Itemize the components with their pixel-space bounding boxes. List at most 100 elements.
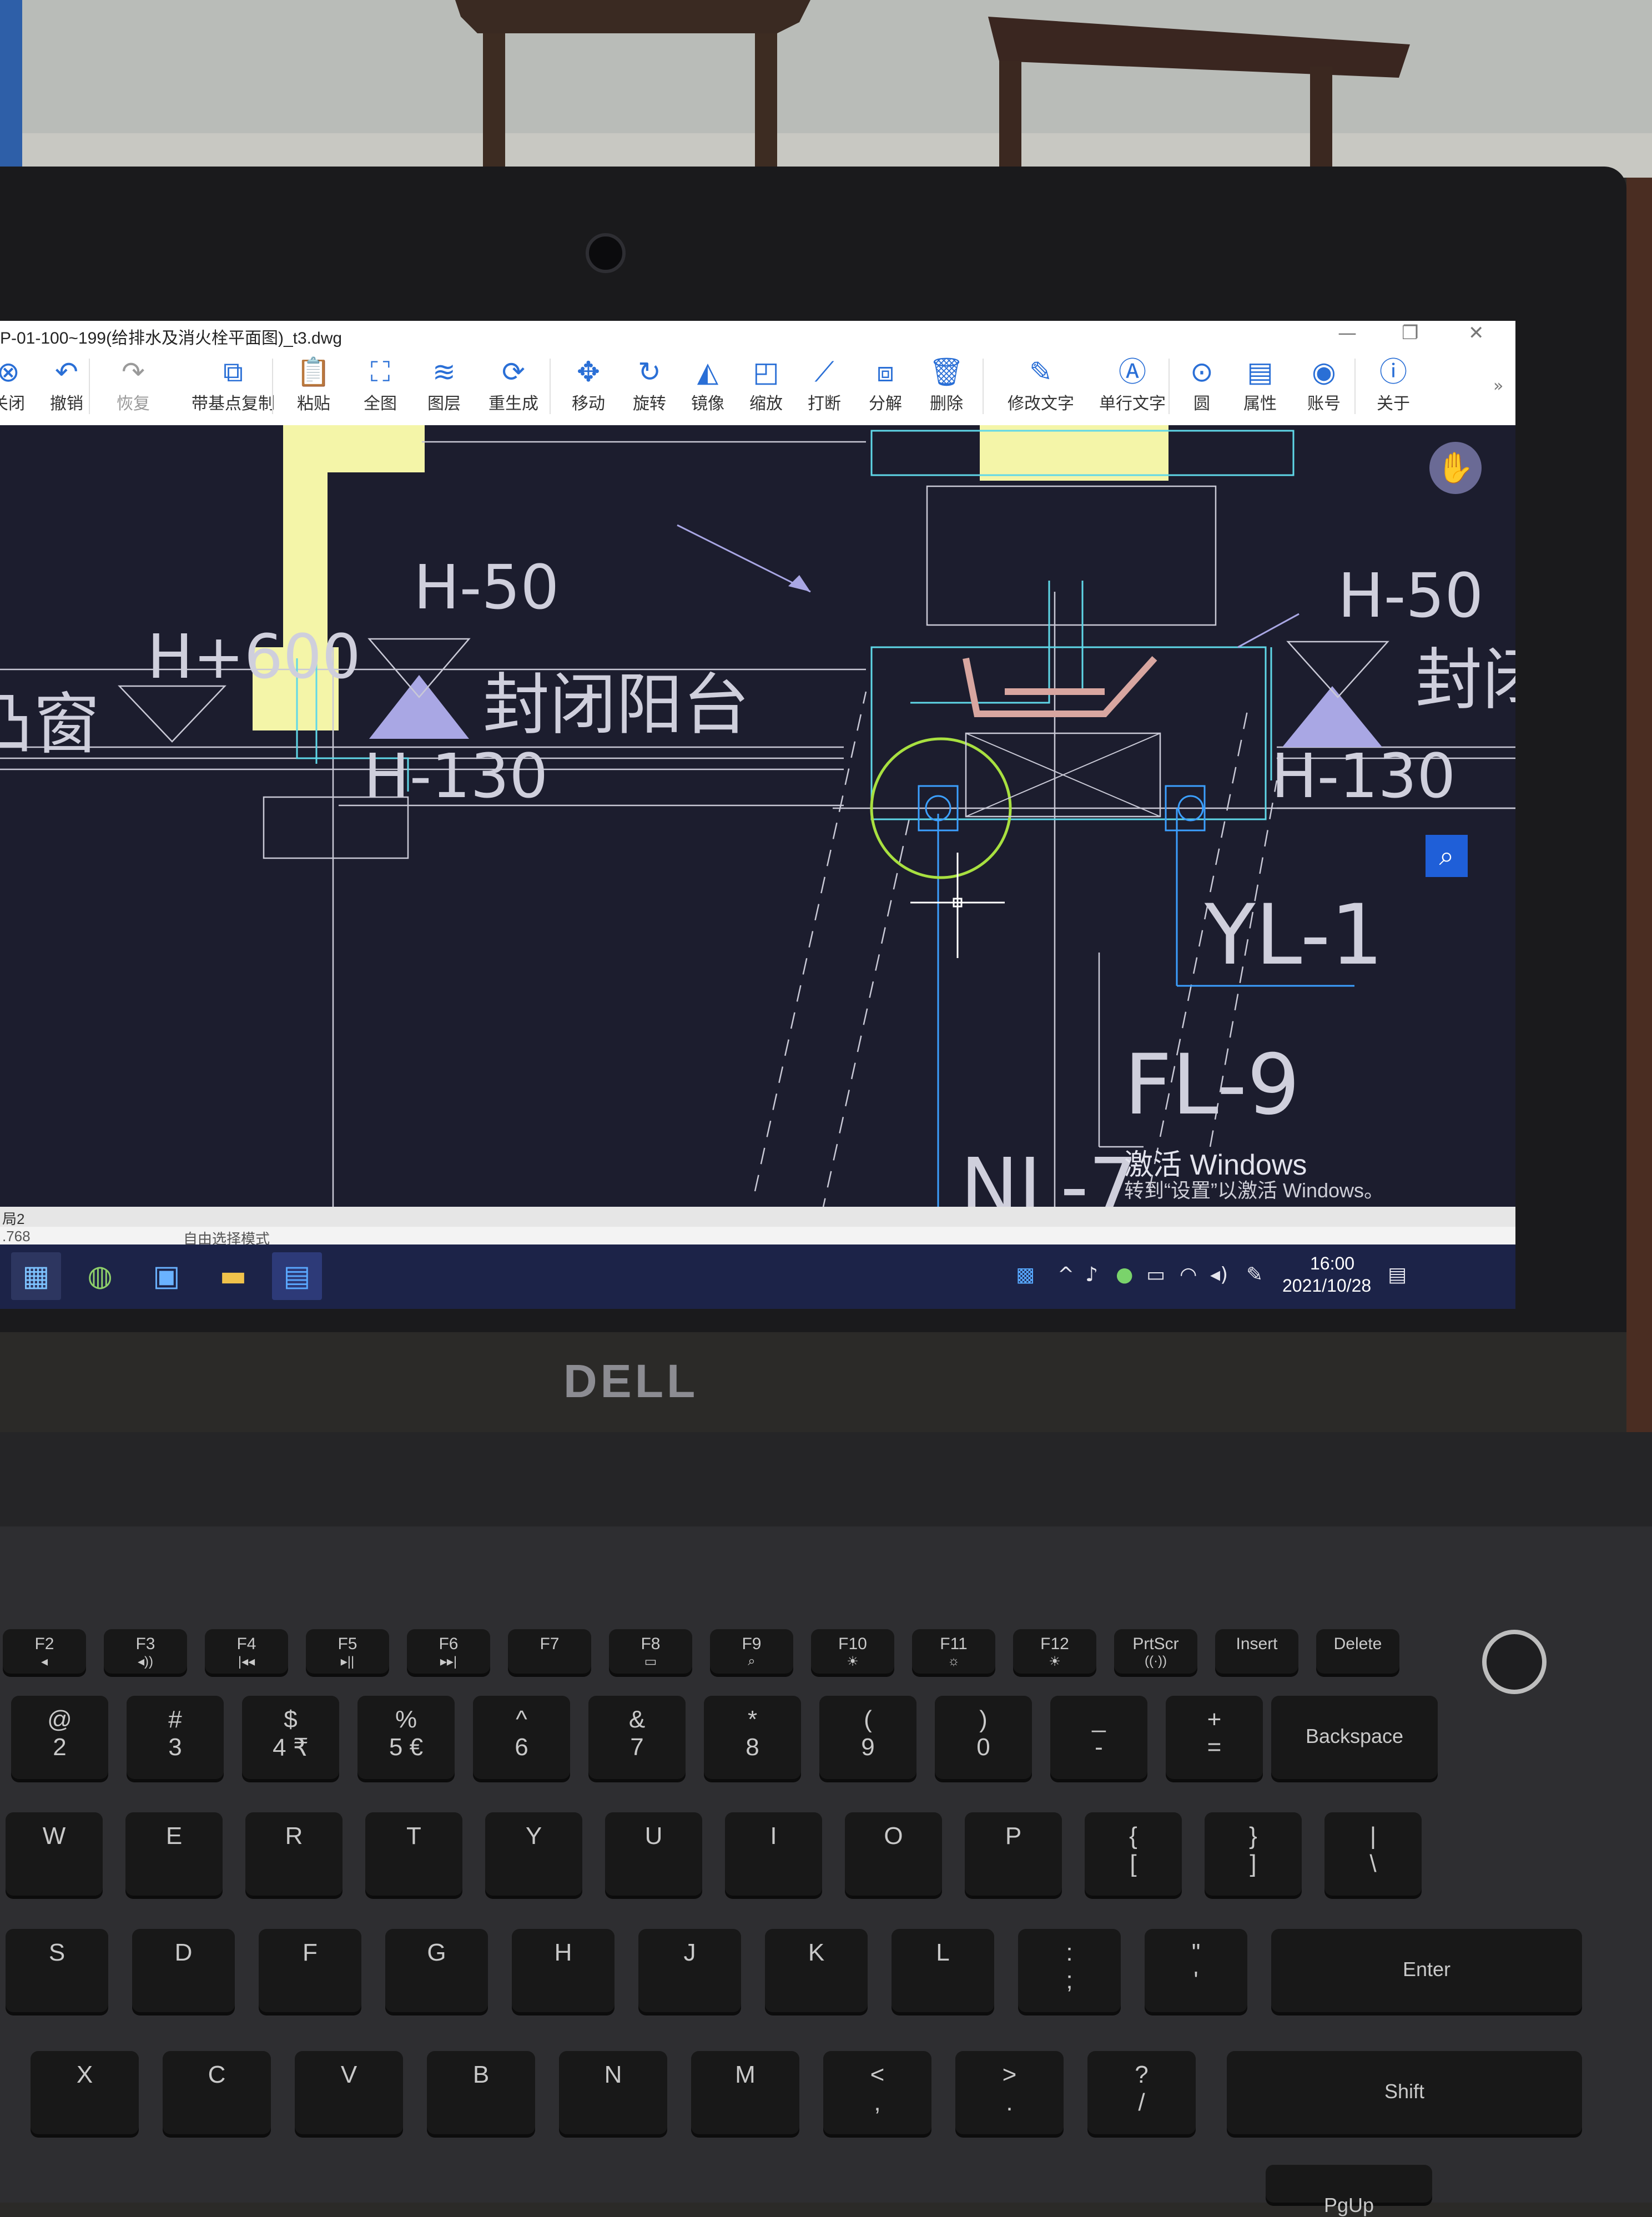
keyboard-key[interactable]: F4 |◂◂ — [205, 1629, 288, 1674]
taskbar-app-icon[interactable]: ▦ — [11, 1252, 61, 1300]
keyboard-key[interactable]: V — [295, 2051, 403, 2134]
keyboard-key[interactable]: F2 ◂ — [3, 1629, 86, 1674]
keyboard-key[interactable]: ? / — [1087, 2051, 1196, 2134]
chevron-up-icon[interactable]: ^ — [1057, 1263, 1074, 1286]
toolbar-button[interactable]: ✎ 修改文字 — [994, 354, 1088, 414]
keyboard-key[interactable]: M — [691, 2051, 799, 2134]
keyboard-key[interactable]: G — [385, 1929, 488, 2012]
toolbar-button[interactable]: ⧉ 带基点复制 — [186, 354, 280, 414]
toolbar-button[interactable]: ↷ 恢复 — [103, 354, 164, 414]
toolbar-button[interactable]: ⟋ 打断 — [794, 354, 855, 414]
keyboard-key[interactable]: PrtScr ((·)) — [1114, 1629, 1197, 1674]
keyboard-key[interactable]: " ' — [1145, 1929, 1247, 2012]
keyboard-key[interactable]: I — [725, 1812, 822, 1896]
action-center-icon[interactable]: ▤ — [1388, 1263, 1407, 1286]
keyboard-key[interactable]: F9 ⌕ — [710, 1629, 793, 1674]
keyboard-key[interactable]: L — [892, 1929, 994, 2012]
keyboard-key[interactable]: PgUp — [1266, 2165, 1432, 2216]
toolbar-button[interactable]: ↶ 撤销 — [36, 354, 97, 414]
keyboard-key[interactable]: X — [31, 2051, 139, 2134]
keyboard-key[interactable]: @2 — [11, 1696, 108, 1779]
toolbar-button[interactable]: ↻ 旋转 — [619, 354, 680, 414]
keyboard-key[interactable]: >. — [955, 2051, 1064, 2134]
keyboard-key[interactable]: % 5 € — [357, 1696, 455, 1779]
toolbar-button[interactable]: ◉ 账号 — [1293, 354, 1354, 414]
keyboard-key[interactable]: & 7 — [588, 1696, 686, 1779]
keyboard-key[interactable]: R — [245, 1812, 343, 1896]
keyboard-key[interactable]: {[ — [1085, 1812, 1182, 1896]
pan-hand-button[interactable]: ✋ — [1429, 442, 1482, 494]
keyboard-key[interactable]: + = — [1166, 1696, 1263, 1779]
toolbar-button[interactable]: 🗑 删除 — [916, 354, 977, 414]
keyboard-key[interactable]: F12 ☀ — [1013, 1629, 1096, 1674]
taskbar-cad-app-icon[interactable]: ▤ — [272, 1252, 322, 1300]
keyboard-key[interactable]: | \ — [1324, 1812, 1422, 1896]
volume-icon[interactable]: ◂) — [1210, 1263, 1228, 1286]
toolbar-button[interactable]: ⛶ 全图 — [350, 354, 411, 414]
toolbar-button[interactable]: ⓘ 关于 — [1363, 354, 1424, 414]
pen-icon[interactable]: ✎ — [1246, 1263, 1263, 1286]
keyboard-key[interactable]: B — [427, 2051, 535, 2134]
keyboard-key[interactable]: T — [365, 1812, 462, 1896]
keyboard-key[interactable]: F3 ◂)) — [104, 1629, 187, 1674]
keyboard-key[interactable]: E — [125, 1812, 223, 1896]
keyboard-key[interactable]: C — [163, 2051, 271, 2134]
layout-tab[interactable]: 局2 — [2, 1208, 24, 1228]
keyboard-key[interactable]: Delete — [1316, 1629, 1399, 1674]
keyboard-key[interactable]: #3 — [127, 1696, 224, 1779]
keyboard-key[interactable]: ^ 6 — [473, 1696, 570, 1779]
toolbar-button[interactable]: ⟳ 重生成 — [483, 354, 544, 414]
restore-button[interactable]: ❐ — [1402, 322, 1418, 344]
keyboard-key[interactable]: U — [605, 1812, 702, 1896]
power-button[interactable] — [1482, 1630, 1547, 1694]
wifi-icon[interactable]: ◠ — [1180, 1263, 1197, 1286]
toolbar-button[interactable]: ≋ 图层 — [414, 354, 475, 414]
notification-bell-icon[interactable]: ♪ — [1085, 1263, 1098, 1286]
keyboard-key[interactable]: }] — [1205, 1812, 1302, 1896]
keyboard-key[interactable]: F8 ▭ — [609, 1629, 692, 1674]
keyboard-key[interactable]: J — [638, 1929, 741, 2012]
keyboard-key[interactable]: (9 — [819, 1696, 916, 1779]
tray-app-icon[interactable]: ▩ — [1016, 1263, 1035, 1286]
toolbar-button[interactable]: Ⓐ 单行文字 — [1085, 354, 1180, 414]
keyboard-key[interactable]: * 8 — [704, 1696, 801, 1779]
close-button[interactable]: ✕ — [1468, 322, 1484, 344]
keyboard-key[interactable]: W — [6, 1812, 103, 1896]
keyboard-key[interactable]: F6 ▸▸| — [407, 1629, 490, 1674]
keyboard-key[interactable]: :; — [1018, 1929, 1121, 2012]
keyboard-key[interactable]: K — [765, 1929, 868, 2012]
toolbar-button[interactable]: ▤ 属性 — [1230, 354, 1291, 414]
keyboard-key[interactable]: O — [845, 1812, 942, 1896]
keyboard-key[interactable]: S — [6, 1929, 108, 2012]
keyboard-key[interactable]: Y — [485, 1812, 582, 1896]
drawing-canvas[interactable]: H-50 H+600 封闭阳台 凸窗 H-130 H-50 封闭 H-130 Y… — [0, 425, 1515, 1215]
battery-icon[interactable]: ▭ — [1146, 1263, 1165, 1286]
keyboard-key[interactable]: F10 ☀ — [811, 1629, 894, 1674]
toolbar-button[interactable]: ◰ 缩放 — [736, 354, 797, 414]
toolbar-button[interactable]: 📋 粘贴 — [283, 354, 344, 414]
security-icon[interactable]: ● — [1116, 1263, 1133, 1286]
taskbar-app-icon[interactable]: ◍ — [75, 1252, 125, 1300]
toolbar-button[interactable]: ◭ 镜像 — [677, 354, 738, 414]
keyboard-key[interactable]: Shift — [1227, 2051, 1582, 2134]
keyboard-key[interactable]: F11 ☼ — [912, 1629, 995, 1674]
toolbar-button[interactable]: ⊙ 圆 — [1171, 354, 1232, 414]
clock-date[interactable]: 2021/10/28 — [1282, 1276, 1371, 1296]
folder-icon[interactable]: ▬ — [208, 1252, 258, 1300]
taskbar-app-icon[interactable]: ▣ — [142, 1252, 192, 1300]
keyboard-key[interactable]: $4 ₹ — [242, 1696, 339, 1779]
keyboard-key[interactable]: ) 0 — [935, 1696, 1032, 1779]
toolbar-button[interactable]: ✥ 移动 — [558, 354, 619, 414]
keyboard-key[interactable]: Enter — [1271, 1929, 1582, 2012]
search-button[interactable]: ⌕ — [1426, 835, 1468, 877]
keyboard-key[interactable]: Backspace — [1271, 1696, 1438, 1779]
keyboard-key[interactable]: D — [132, 1929, 235, 2012]
keyboard-key[interactable]: _ - — [1050, 1696, 1147, 1779]
toolbar-overflow-button[interactable]: » — [1493, 376, 1503, 396]
keyboard-key[interactable]: <, — [823, 2051, 931, 2134]
toolbar-button[interactable]: ⧈ 分解 — [855, 354, 916, 414]
clock-time[interactable]: 16:00 — [1310, 1253, 1354, 1274]
keyboard-key[interactable]: N — [559, 2051, 667, 2134]
keyboard-key[interactable]: F — [259, 1929, 361, 2012]
minimize-button[interactable]: — — [1338, 322, 1357, 344]
